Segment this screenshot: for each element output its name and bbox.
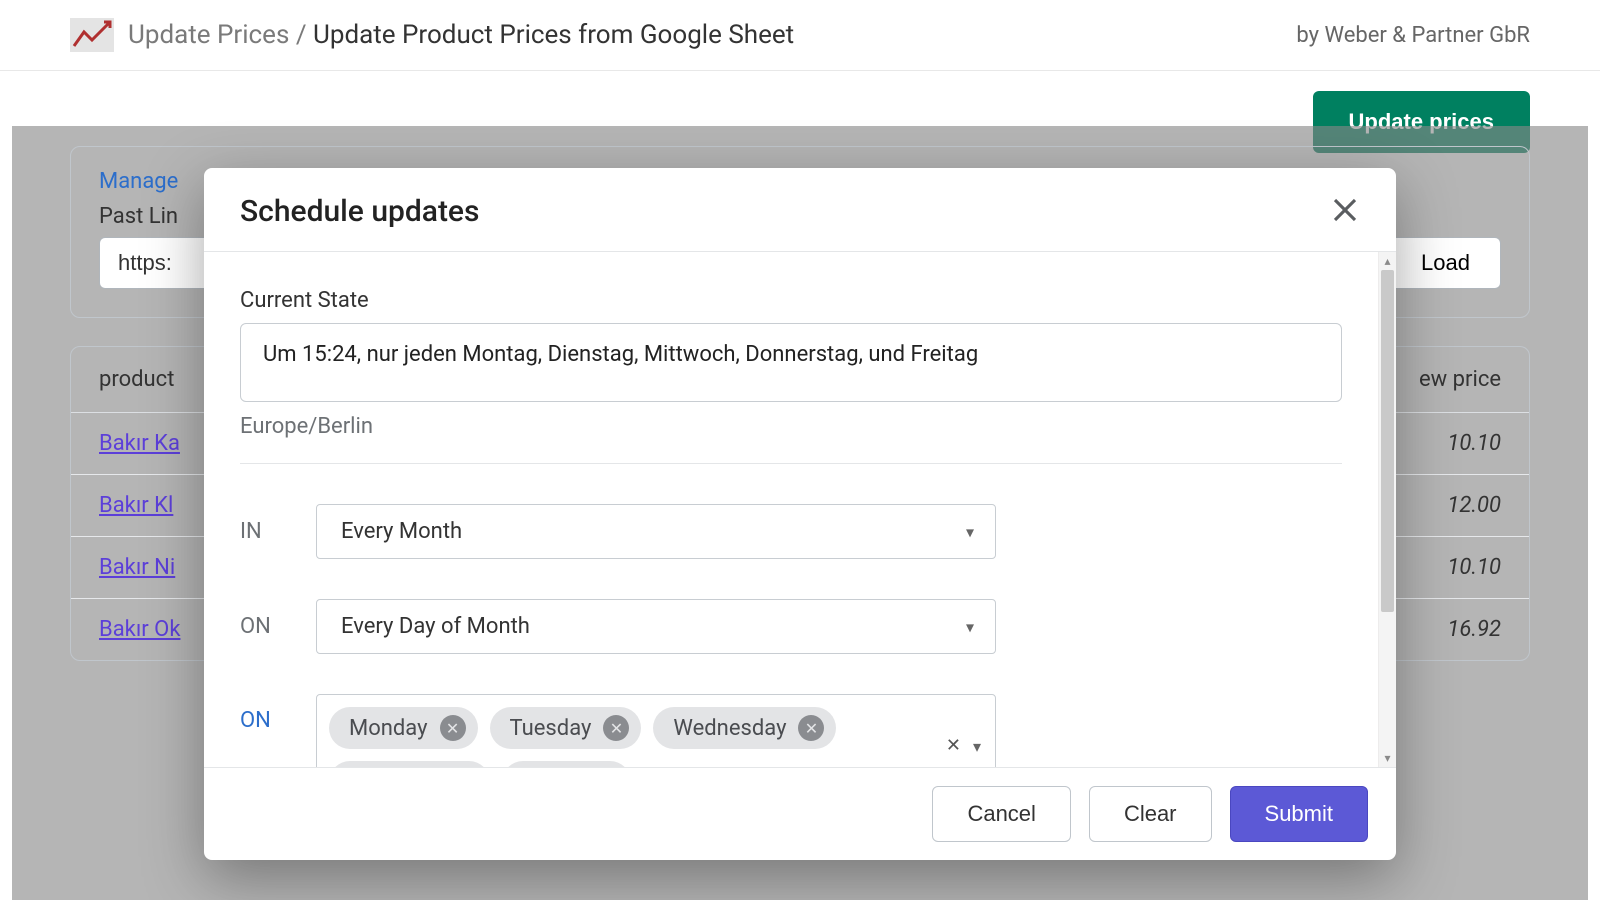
app-icon [70,18,114,52]
scroll-down-icon[interactable]: ▾ [1379,751,1396,765]
remove-chip-icon[interactable]: ✕ [798,715,824,741]
day-of-week-multiselect[interactable]: Monday ✕ Tuesday ✕ Wednesday ✕ Thursday✕ Fr… [316,694,996,767]
remove-chip-icon[interactable]: ✕ [440,715,466,741]
chip-label: Wednesday [673,716,786,741]
current-state-label: Current State [240,288,1342,313]
breadcrumb: Update Prices / Update Product Prices fr… [128,20,794,50]
day-chip: Tuesday ✕ [490,707,642,749]
scrollbar-thumb[interactable] [1381,270,1394,612]
current-state-value: Um 15:24, nur jeden Montag, Dienstag, Mi… [240,323,1342,402]
on-day-of-month-row: ON Every Day of Month ▾ [240,599,1342,654]
cancel-button[interactable]: Cancel [932,786,1070,842]
remove-chip-icon[interactable]: ✕ [603,715,629,741]
on-dom-label: ON [240,614,298,639]
day-of-month-select[interactable]: Every Day of Month [316,599,996,654]
day-chip: Thursday✕ [329,761,490,767]
submit-button[interactable]: Submit [1230,786,1368,842]
close-icon[interactable] [1330,195,1360,229]
page-header: Update Prices / Update Product Prices fr… [0,0,1600,71]
in-label: IN [240,519,298,544]
selected-days: Monday ✕ Tuesday ✕ Wednesday ✕ Thursday✕ Fr… [329,707,945,767]
chip-label: Tuesday [510,716,592,741]
modal-title: Schedule updates [240,194,479,229]
breadcrumb-separator: / [296,20,307,50]
modal-footer: Cancel Clear Submit [204,767,1396,860]
clear-button[interactable]: Clear [1089,786,1212,842]
modal-body: Current State Um 15:24, nur jeden Montag… [204,252,1396,767]
month-select[interactable]: Every Month [316,504,996,559]
day-chip: Friday✕ [502,761,631,767]
load-button[interactable]: Load [1390,237,1501,289]
modal-header: Schedule updates [204,168,1396,252]
day-chip: Monday ✕ [329,707,478,749]
breadcrumb-root[interactable]: Update Prices [128,20,289,50]
scroll-up-icon[interactable]: ▴ [1379,254,1396,268]
clear-all-icon[interactable]: ✕ [946,735,961,756]
chip-label: Monday [349,716,428,741]
schedule-modal: Schedule updates Current State Um 15:24,… [204,168,1396,860]
scrollbar[interactable]: ▴ ▾ [1378,252,1396,767]
in-row: IN Every Month ▾ [240,504,1342,559]
byline: by Weber & Partner GbR [1296,23,1530,48]
breadcrumb-current: Update Product Prices from Google Sheet [313,20,794,50]
chevron-down-icon[interactable]: ▾ [973,737,981,756]
day-chip: Wednesday ✕ [653,707,836,749]
on-day-of-week-row: ON Monday ✕ Tuesday ✕ Wednesday ✕ Thursday✕… [240,694,1342,767]
timezone-label: Europe/Berlin [240,414,1342,464]
on-dow-label: ON [240,694,298,733]
